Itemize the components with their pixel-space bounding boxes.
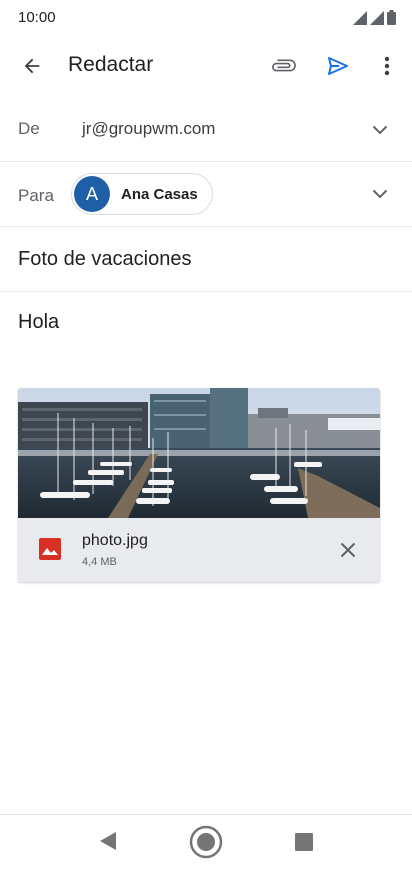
recents-square-icon xyxy=(295,833,313,851)
to-row: Para A Ana Casas xyxy=(0,162,412,227)
attachment-thumbnail[interactable] xyxy=(18,388,380,518)
chevron-down-icon xyxy=(372,189,388,199)
from-expand-button[interactable] xyxy=(368,118,392,142)
chevron-down-icon xyxy=(372,125,388,135)
back-triangle-icon xyxy=(100,832,116,850)
from-account-selector[interactable]: jr@groupwm.com xyxy=(82,119,215,139)
attachment-card[interactable]: photo.jpg 4,4 MB xyxy=(18,388,380,582)
back-button[interactable] xyxy=(14,48,50,84)
from-label: De xyxy=(18,119,40,138)
more-vert-icon xyxy=(384,56,390,76)
image-file-icon xyxy=(39,538,61,560)
wifi-signal-icon xyxy=(353,11,367,25)
to-expand-button[interactable] xyxy=(368,182,392,206)
remove-attachment-button[interactable] xyxy=(336,538,360,562)
attachment-file-size: 4,4 MB xyxy=(82,556,117,568)
status-time: 10:00 xyxy=(18,9,56,26)
attachment-file-name: photo.jpg xyxy=(82,532,148,549)
nav-back-button[interactable] xyxy=(96,829,120,853)
paperclip-icon xyxy=(272,59,296,72)
status-icons xyxy=(353,10,396,25)
send-icon xyxy=(328,57,348,75)
status-bar: 10:00 xyxy=(0,0,412,34)
close-icon xyxy=(340,542,356,558)
recipient-chip[interactable]: A Ana Casas xyxy=(71,173,213,215)
to-label: Para xyxy=(18,186,54,205)
attach-button[interactable] xyxy=(266,48,302,84)
nav-recents-button[interactable] xyxy=(292,830,316,854)
page-title: Redactar xyxy=(68,53,154,76)
battery-icon xyxy=(387,10,396,25)
recipient-name: Ana Casas xyxy=(121,185,198,203)
cell-signal-icon xyxy=(370,11,384,25)
more-options-button[interactable] xyxy=(372,48,402,84)
compose-toolbar: Redactar xyxy=(0,34,412,96)
nav-home-button[interactable] xyxy=(188,824,224,860)
send-button[interactable] xyxy=(320,48,356,84)
attachment-info-bar: photo.jpg 4,4 MB xyxy=(18,518,380,582)
system-navigation-bar xyxy=(0,814,412,869)
arrow-back-icon xyxy=(24,58,40,74)
message-body[interactable]: Hola xyxy=(18,311,59,334)
subject-field[interactable]: Foto de vacaciones xyxy=(18,248,191,271)
subject-row[interactable]: Foto de vacaciones xyxy=(0,227,412,292)
home-circle-icon xyxy=(189,825,223,859)
avatar: A xyxy=(74,176,110,212)
from-row: De jr@groupwm.com xyxy=(0,98,412,162)
